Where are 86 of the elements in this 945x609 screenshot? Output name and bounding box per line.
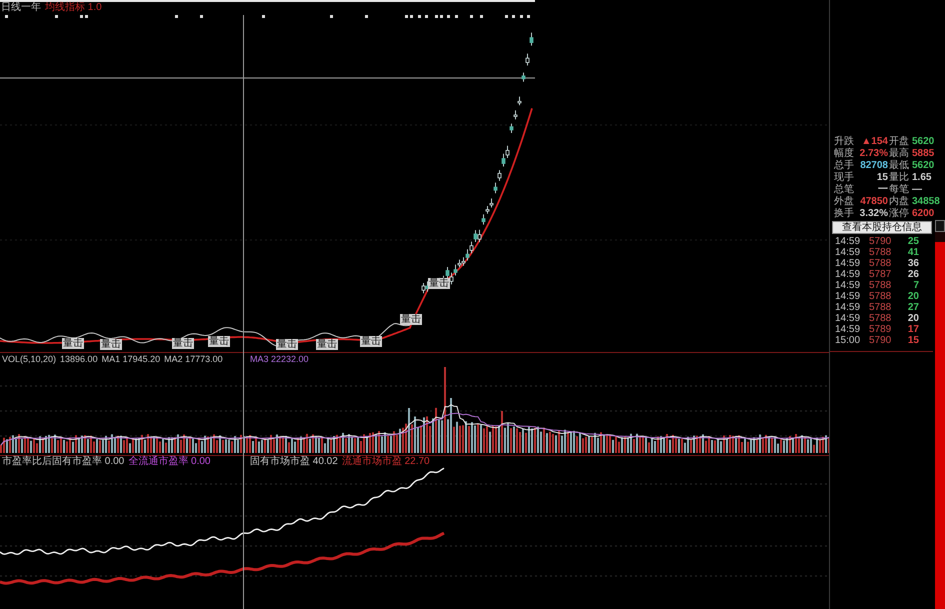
field-label: 最高	[889, 148, 909, 160]
field-value: 5620	[911, 136, 936, 148]
field-label: 升跌	[834, 136, 854, 148]
legend-text: 流通市场市盈 22.70	[342, 456, 430, 468]
field-value: 47850	[859, 196, 888, 208]
legend-text: 固有市场市盈 40.02	[250, 456, 338, 468]
legend-text: VOL(5,10,20)	[2, 353, 56, 365]
field-label: 内盘	[889, 196, 909, 208]
tick-time: 14:59	[835, 324, 862, 335]
field-value: 5620	[911, 160, 936, 172]
signal-tag: 量击	[172, 338, 194, 349]
field-label: 总手	[834, 160, 854, 172]
field-label: 最低	[889, 160, 909, 172]
tick-volume: 7	[912, 280, 919, 291]
signal-tag: 量击	[400, 314, 422, 325]
tick-price: 5788	[869, 258, 892, 269]
legend-text: MA2 17773.00	[164, 353, 223, 365]
signal-tag: 量击	[208, 336, 230, 347]
field-label: 总笔	[834, 184, 854, 196]
candlestick	[526, 53, 530, 66]
tick-price: 5788	[869, 302, 892, 313]
tick-price: 5788	[869, 247, 892, 258]
tick-price: 5787	[869, 269, 892, 280]
field-value: ▲154	[860, 136, 888, 148]
tick-time: 14:59	[835, 258, 862, 269]
legend-text: MA3 22232.00	[250, 353, 309, 365]
field-value: 6200	[911, 208, 936, 220]
field-value: 82708	[859, 160, 888, 172]
field-value: 2.73%	[858, 148, 888, 160]
tick-price: 5790	[869, 236, 892, 247]
scroll-button[interactable]	[935, 220, 945, 232]
field-value: 5885	[911, 148, 936, 160]
tick-price: 5790	[869, 335, 892, 346]
candlestick	[514, 110, 518, 120]
tick-volume: 25	[906, 236, 919, 247]
tick-volume: 17	[906, 324, 919, 335]
tick-volume: 26	[906, 269, 919, 280]
candlestick	[510, 123, 514, 134]
tick-volume: 20	[906, 291, 919, 302]
tick-volume: 15	[906, 335, 919, 346]
tick-time: 14:59	[835, 247, 862, 258]
tick-time: 14:59	[835, 313, 862, 324]
signal-tag: 量击	[316, 339, 338, 350]
signal-tag: 量击	[428, 278, 450, 289]
tick-volume: 27	[906, 302, 919, 313]
tick-volume: 41	[906, 247, 919, 258]
tick-time: 14:59	[835, 236, 862, 247]
legend-text: MA1 17945.20	[102, 353, 160, 365]
field-label: 现手	[834, 172, 854, 184]
signal-tag: 量击	[62, 338, 84, 349]
field-label: 换手	[834, 208, 854, 220]
field-value: 1.65	[911, 172, 932, 184]
field-label: 涨停	[889, 208, 909, 220]
field-label: 外盘	[834, 196, 854, 208]
candlestick	[530, 32, 534, 46]
field-value: 3.32%	[858, 208, 888, 220]
field-label: 幅度	[834, 148, 854, 160]
tick-volume: 36	[906, 258, 919, 269]
tick-price: 5788	[869, 291, 892, 302]
tick-price: 5788	[869, 280, 892, 291]
field-label: 开盘	[889, 136, 909, 148]
indicator-title: 均线指标 1.0	[45, 2, 102, 14]
holdings-button[interactable]: 查看本股持仓信息	[832, 221, 932, 234]
field-value: 15	[876, 172, 888, 184]
signal-tag: 量击	[276, 339, 298, 350]
tick-time: 14:59	[835, 269, 862, 280]
tick-price: 5788	[869, 313, 892, 324]
field-label: 每笔	[889, 184, 909, 196]
tick-time: 14:59	[835, 291, 862, 302]
field-label: 量比	[889, 172, 909, 184]
field-value: 一	[877, 184, 888, 196]
signal-tag: 量击	[360, 336, 382, 347]
legend-text: 全流通市盈率 0.00	[128, 456, 210, 468]
field-value: 34858	[911, 196, 941, 208]
tick-time: 14:59	[835, 280, 862, 291]
legend-text: 13896.00	[60, 353, 98, 365]
legend-text: 市盈率比后固有市盈率 0.00	[2, 456, 124, 468]
candlestick	[522, 72, 526, 82]
period-label: 日线一年	[1, 2, 41, 14]
tick-price: 5789	[869, 324, 892, 335]
tick-time: 14:59	[835, 302, 862, 313]
field-value: —	[911, 184, 923, 196]
tick-time: 15:00	[835, 335, 862, 346]
candlestick	[518, 96, 522, 106]
tick-volume: 20	[906, 313, 919, 324]
signal-tag: 量击	[100, 339, 122, 350]
